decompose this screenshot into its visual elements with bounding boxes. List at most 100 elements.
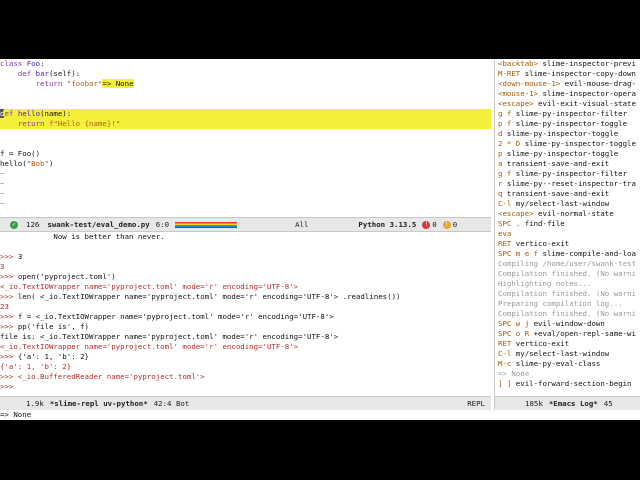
repl-line: >>> pp('file is', f) <box>0 322 491 332</box>
log-line: RET vertico-exit <box>498 239 640 249</box>
code-token: (self): <box>48 69 81 78</box>
log-token: M-RET <box>498 69 521 78</box>
log-token: Compilation finished. (No warni <box>498 309 636 318</box>
log-line: SPC o R +eval/open-repl-same-wi <box>498 329 640 339</box>
log-token: <mouse-1> <box>498 89 539 98</box>
log-token: transient-save-and-exit <box>502 159 610 168</box>
code-token: "Bob" <box>26 159 49 168</box>
log-token: slime-py-inspector-filter <box>511 169 628 178</box>
log-token: Compiling /home/user/swank-test <box>498 259 636 268</box>
code-line: ~ <box>0 189 491 199</box>
log-token: SPC o R <box>498 329 530 338</box>
code-token: ) <box>48 159 54 168</box>
log-token: slime-py-inspector-toggle <box>502 149 619 158</box>
repl-token: >>> <box>0 292 18 301</box>
log-line: eva <box>498 229 640 239</box>
log-token: p f <box>498 119 512 128</box>
repl-line: {'a': 1, 'b': 2} <box>0 362 491 372</box>
log-line: C-l my/select-last-window <box>498 349 640 359</box>
repl-line: >>> <box>0 382 491 392</box>
log-line: => None <box>498 369 640 379</box>
window-divider[interactable] <box>494 59 495 420</box>
minibuffer[interactable]: => None <box>0 410 640 420</box>
log-token: slime-py-eval-class <box>511 359 601 368</box>
code-token: f = Foo() <box>0 149 41 158</box>
code-token: (name): <box>40 109 72 118</box>
repl-modeline: 1.9k *slime-repl uv-python* 42:4 Bot REP… <box>0 396 491 411</box>
log-token: slime-py--reset-inspector-tra <box>502 179 636 188</box>
log-line: Compilation finished. (No warni <box>498 269 640 279</box>
repl-token: >>> <box>0 272 18 281</box>
log-line: M-c slime-py-eval-class <box>498 359 640 369</box>
log-token: slime-inspector-opera <box>538 89 636 98</box>
code-token: Foo <box>26 59 41 68</box>
log-line: M-RET slime-inspector-copy-down <box>498 69 640 79</box>
modeline-scope: All <box>295 219 309 229</box>
modeline-repl-buffer-name[interactable]: *slime-repl uv-python* <box>50 399 148 409</box>
log-line: p f slime-py-inspector-toggle <box>498 119 640 129</box>
log-line: SPC . find-file <box>498 219 640 229</box>
code-line: ~ <box>0 169 491 179</box>
log-token: slime-inspector-previ <box>538 59 636 68</box>
log-token: SPC w j <box>498 319 530 328</box>
emacs-frame: class Foo: def bar(self): return "foobar… <box>0 59 640 420</box>
log-token: C-l <box>498 349 512 358</box>
log-token: Compilation finished. (No warni <box>498 269 636 278</box>
repl-pane[interactable]: Now is better than never. >>> 3 3 >>> open… <box>0 232 491 396</box>
code-token: ~ <box>0 199 5 208</box>
repl-line: 23 <box>0 302 491 312</box>
code-token: ~ <box>0 169 5 178</box>
log-token: RET <box>498 239 512 248</box>
code-token: "foobar" <box>66 79 103 88</box>
emacs-log-pane[interactable]: <backtab> slime-inspector-previ M-RET sli… <box>498 59 640 396</box>
nyan-progress-bar <box>175 221 238 228</box>
code-line: ~ <box>0 199 491 209</box>
log-token: slime-py-inspector-filter <box>511 109 628 118</box>
log-token: <escape> <box>498 99 534 108</box>
log-line: <escape> evil-exit-visual-state <box>498 99 640 109</box>
log-token: Compilation finished. (No warni <box>498 289 636 298</box>
code-line: class Foo: <box>0 59 491 69</box>
modeline-line-count: 126 <box>26 219 40 229</box>
repl-token: >>> <box>0 372 18 381</box>
repl-token: >>> <box>0 252 18 261</box>
code-token: f"Hello {name}!" <box>48 119 121 128</box>
editor-modeline: ✓ 126 swank-test/eval_demo.py 6:0 All Py… <box>0 217 491 232</box>
log-token: g f <box>498 109 512 118</box>
log-token: <escape> <box>498 209 534 218</box>
code-token: bar <box>35 69 49 78</box>
code-token: => None <box>102 79 134 88</box>
log-line: a transient-save-and-exit <box>498 159 640 169</box>
repl-token: >>> <box>0 382 14 391</box>
log-line: Preparing compilation log... <box>498 299 640 309</box>
code-line: return "foobar"=> None <box>0 79 491 89</box>
log-token: evil-forward-section-begin <box>511 379 632 388</box>
editor-pane[interactable]: class Foo: def bar(self): return "foobar… <box>0 59 491 217</box>
code-token: hello <box>17 109 41 118</box>
log-token: +eval/open-repl-same-wi <box>529 329 636 338</box>
code-token: ~ <box>0 189 5 198</box>
log-token: vertico-exit <box>511 239 570 248</box>
repl-line: <_io.TextIOWrapper name='pyproject.toml'… <box>0 282 491 292</box>
repl-token: {'a': 1, 'b': 2} <box>0 362 72 371</box>
code-token: : <box>40 59 45 68</box>
log-token: evil-mouse-drag- <box>560 79 636 88</box>
code-token: hello( <box>0 159 27 168</box>
repl-token: 3 <box>0 262 5 271</box>
code-token: ~ <box>0 179 5 188</box>
repl-line: Now is better than never. <box>0 232 491 242</box>
modeline-buffer-name[interactable]: swank-test/eval_demo.py <box>47 220 149 230</box>
log-token: RET <box>498 339 512 348</box>
log-token: ] ] <box>498 379 512 388</box>
log-token: SPC m e f <box>498 249 539 258</box>
log-line: Compilation finished. (No warni <box>498 289 640 299</box>
log-token: <down-mouse-1> <box>498 79 561 88</box>
log-line: RET vertico-exit <box>498 339 640 349</box>
modeline-log-buffer-name[interactable]: *Emacs Log* <box>549 399 598 409</box>
code-line: def hello(name): <box>0 109 491 119</box>
log-token: 2 * D <box>498 139 521 148</box>
log-modeline: 185k *Emacs Log* 45 <box>495 396 640 411</box>
